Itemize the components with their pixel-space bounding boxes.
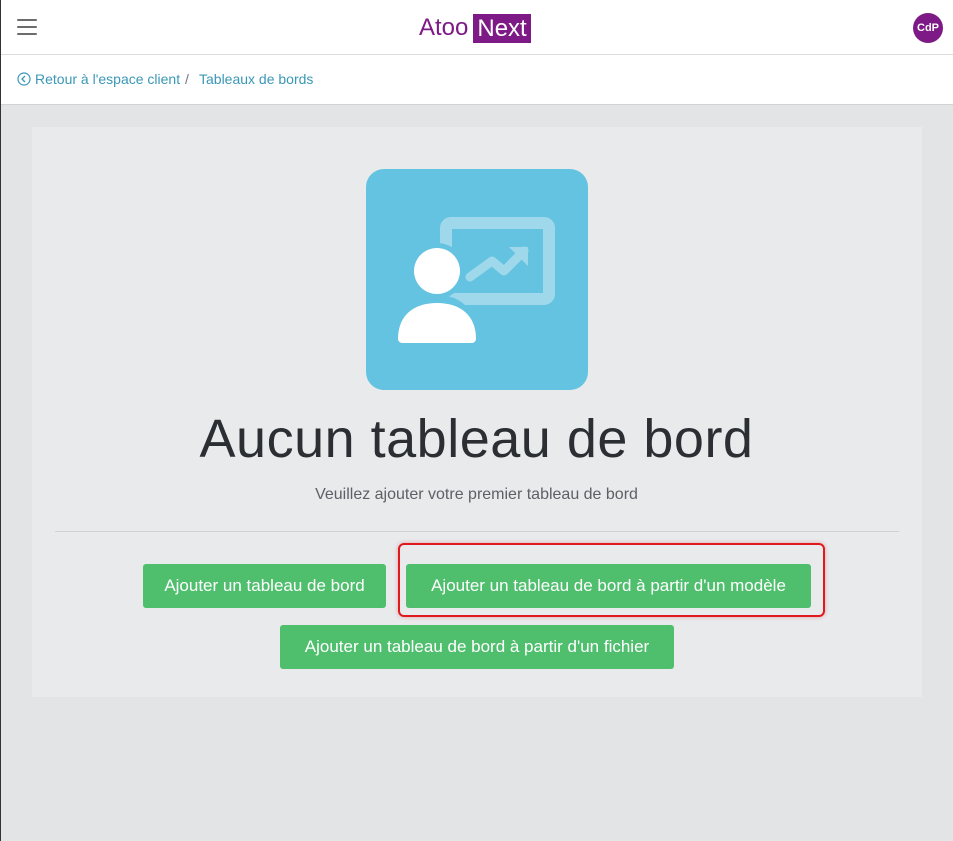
- breadcrumb: Retour à l'espace client / Tableaux de b…: [1, 55, 953, 105]
- circle-arrow-left-icon: [17, 72, 31, 86]
- user-avatar[interactable]: CdP: [913, 13, 943, 43]
- logo-text-next: Next: [473, 13, 531, 43]
- app-logo[interactable]: Atoo Next: [419, 13, 531, 43]
- add-dashboard-from-file-button[interactable]: Ajouter un tableau de bord à partir d'un…: [280, 625, 674, 669]
- breadcrumb-current[interactable]: Tableaux de bords: [199, 71, 313, 87]
- empty-state-subtitle: Veuillez ajouter votre premier tableau d…: [315, 486, 638, 503]
- breadcrumb-separator: /: [185, 71, 189, 87]
- add-dashboard-button[interactable]: Ajouter un tableau de bord: [143, 564, 386, 608]
- divider: [55, 531, 899, 532]
- presentation-chart-icon: [366, 169, 588, 390]
- menu-icon[interactable]: [17, 19, 37, 35]
- logo-text-atoo: Atoo: [419, 14, 469, 41]
- back-to-client-link[interactable]: Retour à l'espace client: [17, 71, 180, 87]
- back-link-label: Retour à l'espace client: [35, 71, 181, 87]
- highlight-box: [398, 543, 825, 617]
- top-navbar: Atoo Next CdP: [1, 0, 953, 55]
- empty-state-title: Aucun tableau de bord: [199, 409, 754, 469]
